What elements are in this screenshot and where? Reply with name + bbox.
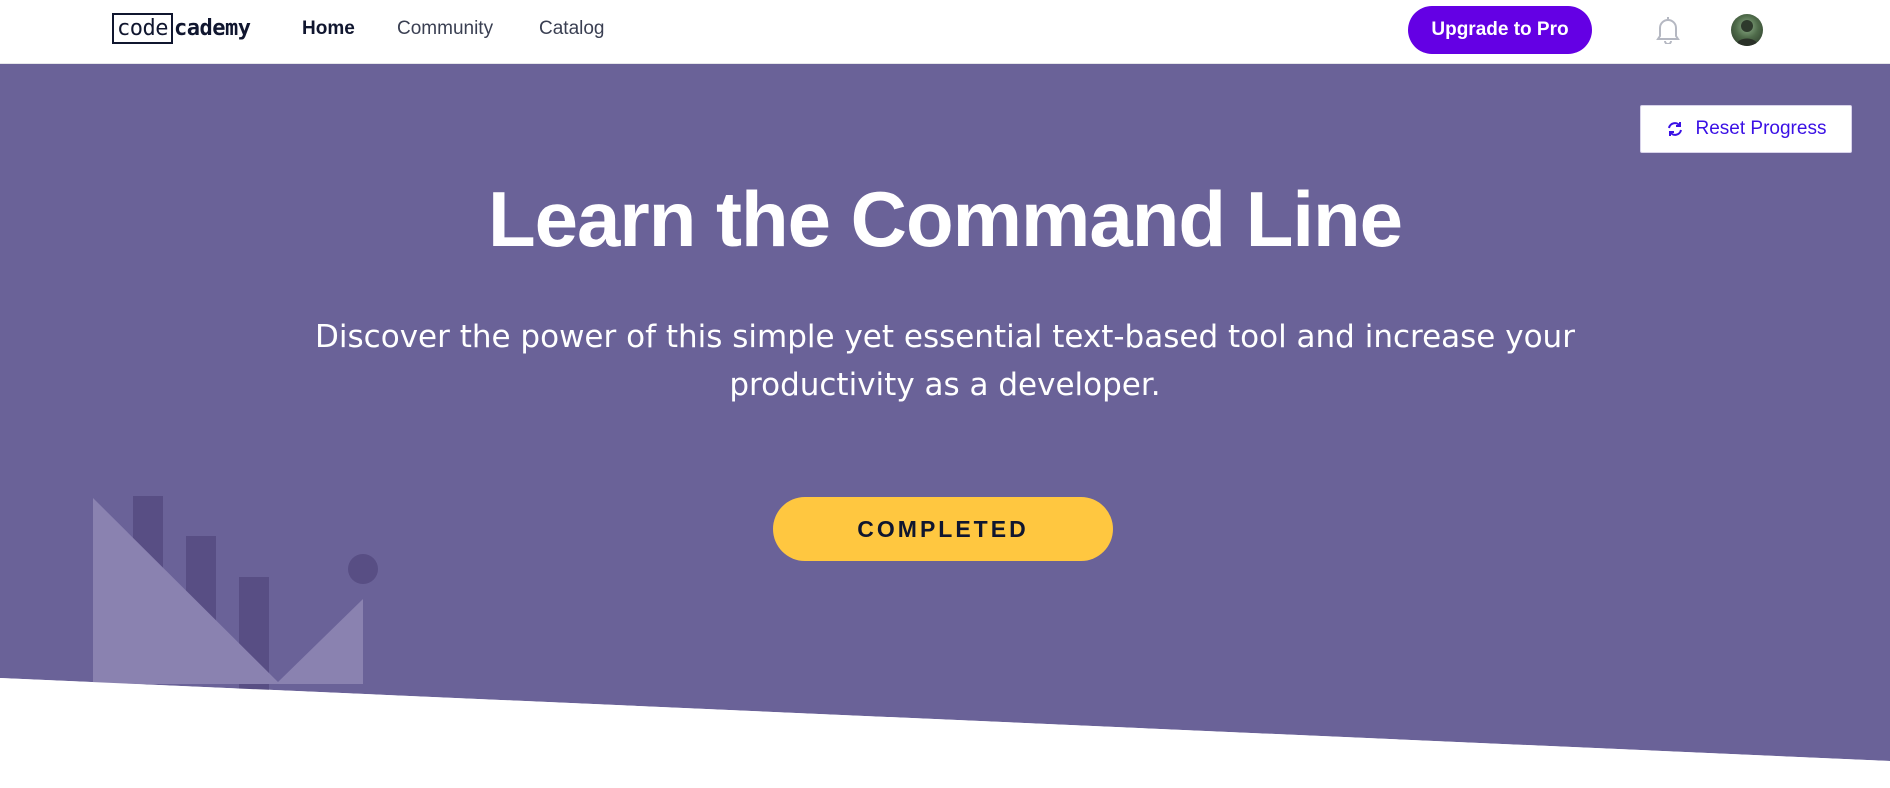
hero-background <box>0 64 1890 788</box>
course-title: Learn the Command Line <box>487 175 1403 263</box>
completed-status-button[interactable]: COMPLETED <box>773 497 1113 561</box>
logo-code-box: code <box>112 12 173 44</box>
bell-icon[interactable] <box>1656 16 1680 45</box>
user-avatar[interactable] <box>1731 14 1763 46</box>
upgrade-to-pro-button[interactable]: Upgrade to Pro <box>1408 6 1592 54</box>
codecademy-logo[interactable]: code cademy <box>112 12 251 44</box>
nav-link-community[interactable]: Community <box>397 18 493 40</box>
reset-progress-button[interactable]: Reset Progress <box>1640 105 1852 153</box>
course-description: Discover the power of this simple yet es… <box>315 319 1575 403</box>
reset-progress-label: Reset Progress <box>1695 118 1827 139</box>
course-hero: Reset Progress Learn the Command Line Di… <box>0 64 1890 788</box>
logo-cademy-text: cademy <box>173 15 251 41</box>
nav-link-home[interactable]: Home <box>302 18 355 40</box>
top-navigation: code cademy Home Community Catalog Upgrad… <box>0 0 1890 64</box>
nav-link-catalog[interactable]: Catalog <box>539 18 605 40</box>
refresh-icon <box>1667 122 1682 136</box>
